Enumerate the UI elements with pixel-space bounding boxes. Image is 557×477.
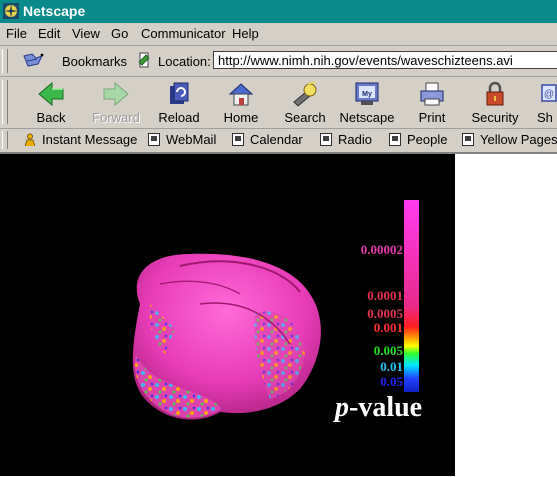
pvalue-colorbar	[404, 200, 419, 392]
reload-icon	[170, 82, 189, 104]
bookmark-page-icon	[389, 133, 401, 146]
bookmark-page-icon	[462, 133, 474, 146]
yellow-pages-label: Yellow Pages	[480, 132, 557, 147]
search-label: Search	[284, 110, 326, 125]
menu-communicator[interactable]: Communicator	[141, 26, 226, 41]
person-icon	[24, 133, 36, 146]
menu-go[interactable]: Go	[111, 26, 128, 41]
webmail-button[interactable]: WebMail	[148, 132, 216, 147]
webmail-label: WebMail	[166, 132, 217, 147]
forward-arrow-icon	[103, 81, 129, 107]
reload-button[interactable]: Reload	[149, 79, 209, 127]
radio-button[interactable]: Radio	[320, 132, 372, 147]
bookmarks-icon[interactable]	[22, 52, 44, 68]
yellow-pages-button[interactable]: Yellow Pages	[462, 132, 557, 147]
toolbar-grip[interactable]	[2, 49, 8, 73]
menu-bar: File Edit View Go Communicator Help	[0, 23, 557, 46]
forward-label: Forward	[92, 110, 140, 125]
brain-render	[132, 253, 321, 420]
netscape-button[interactable]: My Netscape	[335, 79, 399, 127]
back-arrow-icon	[38, 81, 64, 107]
back-label: Back	[36, 110, 66, 125]
menu-view[interactable]: View	[72, 26, 100, 41]
colorbar-tick: 0.00002	[360, 242, 403, 257]
shop-icon: @	[541, 84, 557, 102]
page-content: 0.00002 0.0001 0.0005 0.001 0.005 0.01 0…	[0, 154, 557, 477]
bookmark-page-icon	[320, 133, 332, 146]
pvalue-legend-label: p-value	[335, 392, 422, 424]
home-icon	[228, 83, 254, 106]
shop-button[interactable]: @ Sh	[533, 79, 557, 127]
pvalue-p: p	[335, 392, 349, 423]
netscape-label: Netscape	[339, 110, 395, 125]
video-frame[interactable]: 0.00002 0.0001 0.0005 0.001 0.005 0.01 0…	[0, 154, 455, 476]
svg-text:My: My	[362, 91, 372, 98]
colorbar-tick: 0.005	[373, 343, 403, 358]
window-title: Netscape	[23, 3, 86, 19]
bookmark-page-icon	[148, 133, 160, 146]
edge-dot	[0, 347, 3, 350]
location-url-input[interactable]: http://www.nimh.nih.gov/events/waveschiz…	[213, 51, 557, 69]
print-button[interactable]: Print	[402, 79, 462, 127]
location-page-icon[interactable]	[137, 52, 151, 68]
instant-message-button[interactable]: Instant Message	[24, 132, 137, 147]
menu-edit[interactable]: Edit	[38, 26, 60, 41]
navigation-toolbar: Back Forward Reload Home Search My Netsc…	[0, 77, 557, 129]
home-button[interactable]: Home	[211, 79, 271, 127]
colorbar-tick: 0.05	[380, 374, 403, 389]
toolbar-grip[interactable]	[2, 80, 8, 124]
netscape-app-icon	[3, 3, 19, 19]
radio-label: Radio	[338, 132, 372, 147]
instant-message-label: Instant Message	[42, 132, 138, 147]
colorbar-tick: 0.001	[373, 320, 403, 335]
colorbar-tick: 0.01	[380, 359, 403, 374]
title-bar: Netscape	[0, 0, 557, 23]
toolbar-grip[interactable]	[2, 131, 8, 149]
menu-help[interactable]: Help	[232, 26, 259, 41]
back-button[interactable]: Back	[21, 79, 81, 127]
lock-icon	[486, 81, 504, 106]
personal-toolbar: Instant Message WebMail Calendar Radio P…	[0, 129, 557, 154]
calendar-button[interactable]: Calendar	[232, 132, 303, 147]
print-label: Print	[418, 110, 446, 125]
people-button[interactable]: People	[389, 132, 447, 147]
search-flashlight-icon	[293, 81, 317, 107]
location-label: Location:	[158, 54, 211, 69]
bookmark-page-icon	[232, 133, 244, 146]
bookmarks-button[interactable]: Bookmarks	[62, 54, 127, 69]
location-toolbar: Bookmarks Location: http://www.nimh.nih.…	[0, 46, 557, 77]
shop-label: Sh	[537, 110, 553, 125]
menu-file[interactable]: File	[6, 26, 27, 41]
forward-button[interactable]: Forward	[86, 79, 146, 127]
svg-text:@: @	[544, 89, 554, 100]
pvalue-rest: -value	[349, 392, 423, 423]
browser-window: Netscape File Edit View Go Communicator …	[0, 0, 557, 477]
home-label: Home	[223, 110, 259, 125]
colorbar-tick: 0.0001	[367, 288, 403, 303]
security-label: Security	[471, 110, 519, 125]
printer-icon	[420, 82, 444, 106]
calendar-label: Calendar	[250, 132, 303, 147]
reload-label: Reload	[158, 110, 200, 125]
security-button[interactable]: Security	[465, 79, 525, 127]
people-label: People	[407, 132, 448, 147]
search-button[interactable]: Search	[275, 79, 335, 127]
my-netscape-icon: My	[355, 82, 379, 105]
